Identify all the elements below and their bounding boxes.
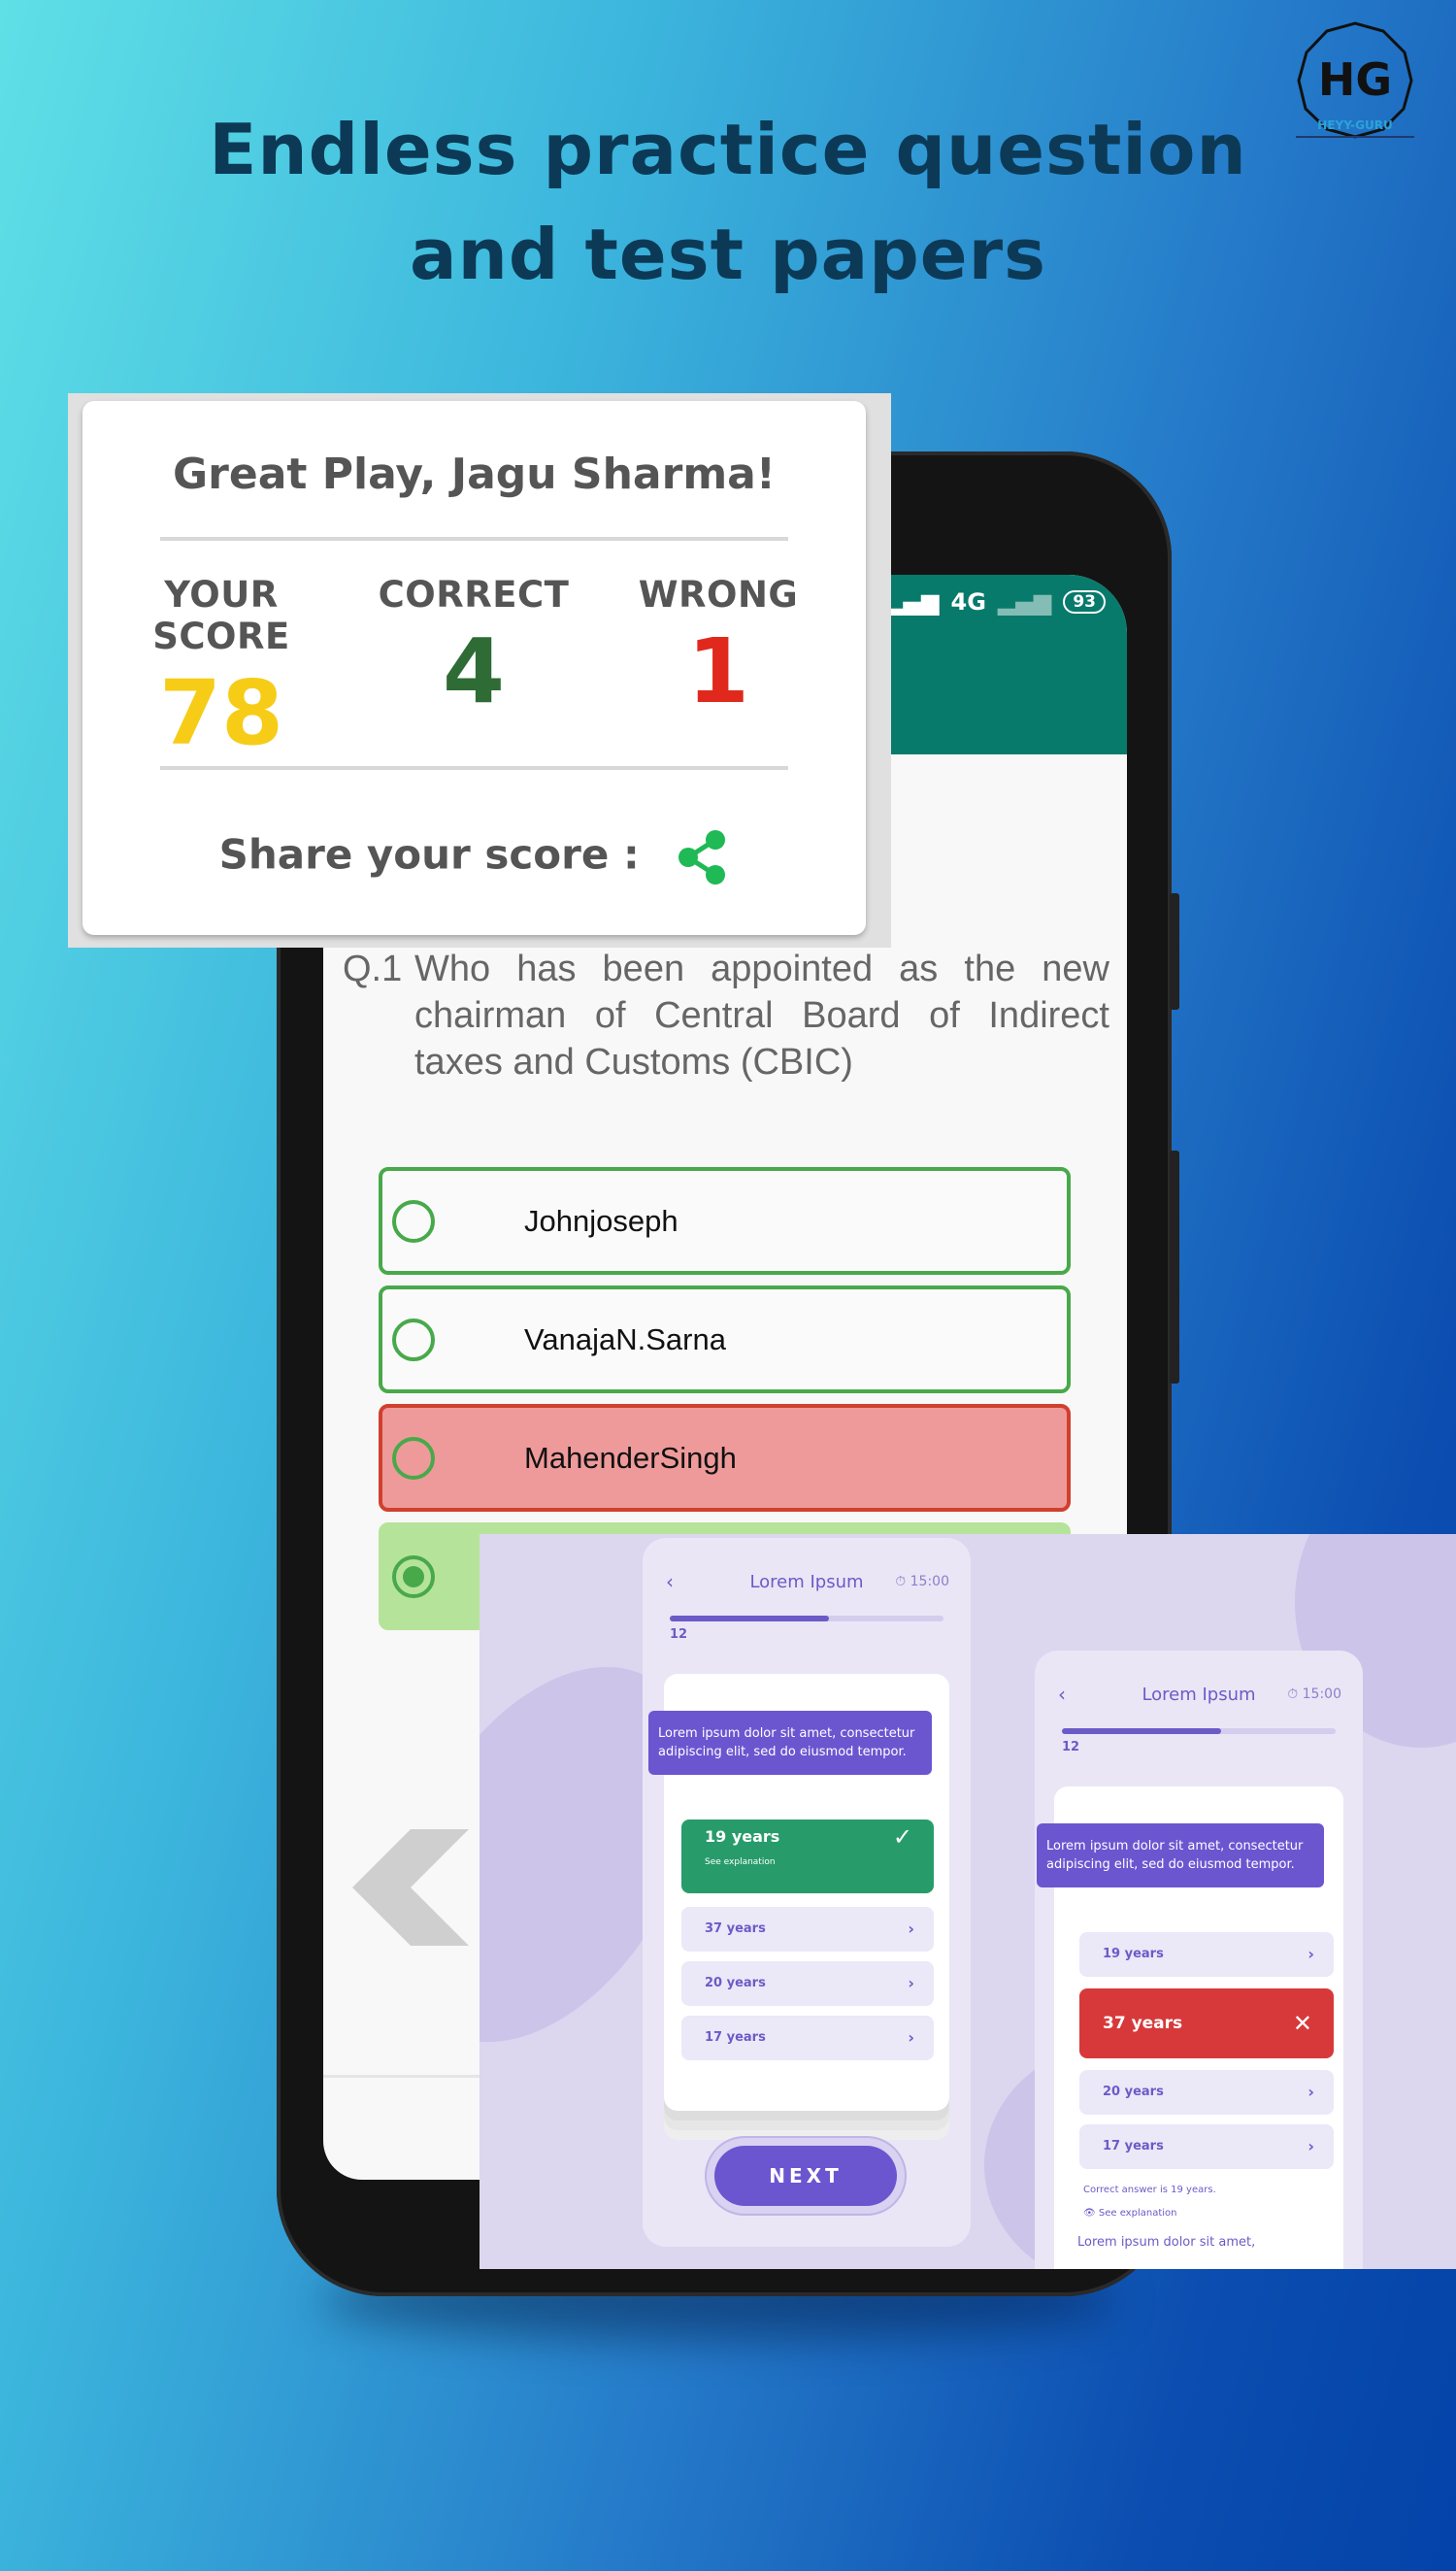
option-label: 17 years <box>705 2030 766 2045</box>
correct-column: CORRECT 4 <box>352 574 595 723</box>
next-button[interactable]: NEXT <box>714 2146 897 2206</box>
timer-label: ⏱ 15:00 <box>895 1574 949 1589</box>
question: Q.1 Who has been appointed as the new ch… <box>343 946 1109 1085</box>
chevron-right-icon: › <box>1307 1945 1314 1963</box>
option-label: VanajaN.Sarna <box>524 1321 726 1356</box>
your-score-label: YOUR SCORE <box>152 574 290 657</box>
option-label: MahenderSingh <box>524 1440 737 1475</box>
option-label: 19 years <box>1103 1947 1164 1961</box>
radio-button-selected[interactable] <box>392 1554 435 1598</box>
correct-value: 4 <box>442 619 505 723</box>
previous-arrow-icon[interactable] <box>352 1829 469 1946</box>
option-label: 20 years <box>705 1976 766 1990</box>
option[interactable]: 37 years › <box>681 1907 934 1952</box>
right-quiz-screen: ‹ Lorem Ipsum ⏱ 15:00 12 Lorem ipsum dol… <box>1035 1651 1363 2269</box>
signal-icon: ▂▄▆ <box>885 588 940 616</box>
your-score-column: YOUR SCORE 78 <box>100 574 343 765</box>
quiz-screens-collage: ‹ Lorem Ipsum ⏱ 15:00 12 Lorem ipsum dol… <box>480 1534 1456 2269</box>
timer-value: 15:00 <box>1302 1686 1341 1702</box>
check-icon: ✓ <box>892 1823 912 1851</box>
wrong-column: WRONG 1 <box>597 574 840 723</box>
explanation-text: Lorem ipsum dolor sit amet, <box>1077 2235 1256 2250</box>
progress-bar <box>670 1616 943 1621</box>
headline-line-2: and test papers <box>410 214 1046 295</box>
option-label: Johnjoseph <box>524 1203 678 1238</box>
question-count: 12 <box>670 1627 688 1642</box>
chevron-right-icon: › <box>1307 2083 1314 2101</box>
score-title: Great Play, Jagu Sharma! <box>173 450 776 499</box>
logo-initials: HG <box>1318 53 1392 106</box>
chevron-right-icon: › <box>908 1974 914 1992</box>
headline: Endless practice question and test paper… <box>0 97 1456 307</box>
see-explanation-label: See explanation <box>1098 2208 1177 2219</box>
option-wrong[interactable]: 37 years ✕ <box>1079 1988 1334 2058</box>
question-card: Lorem ipsum dolor sit amet, consectetur … <box>1037 1786 1343 2269</box>
chevron-right-icon: › <box>1307 2137 1314 2155</box>
question-number: Q.1 <box>343 949 403 989</box>
see-explanation-link[interactable]: 👁 See explanation <box>1083 2208 1176 2219</box>
progress-bar <box>1062 1728 1336 1734</box>
option[interactable]: 19 years › <box>1079 1932 1334 1977</box>
logo-text: HEYY-GURU <box>1296 118 1414 138</box>
option-label: 17 years <box>1103 2139 1164 2154</box>
question-card: Lorem ipsum dolor sit amet, consectetur … <box>648 1674 949 2111</box>
option-label: 20 years <box>1103 2085 1164 2099</box>
share-row: Share your score : <box>83 828 866 886</box>
question-text: Who has been appointed as the new chairm… <box>414 949 1109 1083</box>
share-icon[interactable] <box>675 828 729 886</box>
signal-weak-icon: ▂▄▆ <box>997 588 1052 616</box>
correct-label: CORRECT <box>378 574 570 616</box>
option[interactable]: 17 years › <box>1079 2124 1334 2169</box>
your-score-value: 78 <box>158 661 284 765</box>
option-2[interactable]: VanajaN.Sarna <box>379 1286 1071 1393</box>
timer-value: 15:00 <box>910 1574 949 1589</box>
option-3-wrong[interactable]: MahenderSingh <box>379 1404 1071 1512</box>
headline-line-1: Endless practice question <box>209 109 1247 190</box>
score-panel: Great Play, Jagu Sharma! YOUR SCORE 78 C… <box>83 401 866 935</box>
correct-answer-note: Correct answer is 19 years. <box>1083 2185 1216 2195</box>
option-label: 37 years <box>705 1921 766 1936</box>
left-quiz-screen: ‹ Lorem Ipsum ⏱ 15:00 12 Lorem ipsum dol… <box>643 1538 971 2247</box>
chevron-right-icon: › <box>908 2028 914 2047</box>
score-card: Great Play, Jagu Sharma! YOUR SCORE 78 C… <box>68 393 891 948</box>
close-icon: ✕ <box>1292 2010 1312 2037</box>
network-label: 4G <box>950 588 986 616</box>
divider <box>160 537 788 541</box>
phone-power-button <box>1170 893 1179 1010</box>
divider <box>160 766 788 770</box>
radio-button[interactable] <box>392 1199 435 1243</box>
option-correct[interactable]: 19 years ✓ See explanation <box>681 1820 934 1893</box>
battery-indicator: 93 <box>1063 590 1106 614</box>
radio-button[interactable] <box>392 1436 435 1480</box>
question-count: 12 <box>1062 1740 1080 1754</box>
wrong-label: WRONG <box>638 574 799 616</box>
phone-volume-button <box>1170 1151 1179 1384</box>
radio-button[interactable] <box>392 1318 435 1361</box>
share-label: Share your score : <box>218 830 640 879</box>
option-label: 37 years <box>1103 2014 1183 2033</box>
chevron-right-icon: › <box>908 1920 914 1938</box>
question-box: Lorem ipsum dolor sit amet, consectetur … <box>648 1711 932 1775</box>
see-explanation[interactable]: See explanation <box>705 1856 776 1868</box>
option-label: 19 years <box>705 1827 780 1846</box>
wrong-value: 1 <box>686 619 749 723</box>
option[interactable]: 20 years › <box>1079 2070 1334 2115</box>
option-1[interactable]: Johnjoseph <box>379 1167 1071 1275</box>
option[interactable]: 20 years › <box>681 1961 934 2006</box>
question-box: Lorem ipsum dolor sit amet, consectetur … <box>1037 1823 1324 1887</box>
option[interactable]: 17 years › <box>681 2016 934 2060</box>
timer-label: ⏱ 15:00 <box>1287 1686 1341 1702</box>
